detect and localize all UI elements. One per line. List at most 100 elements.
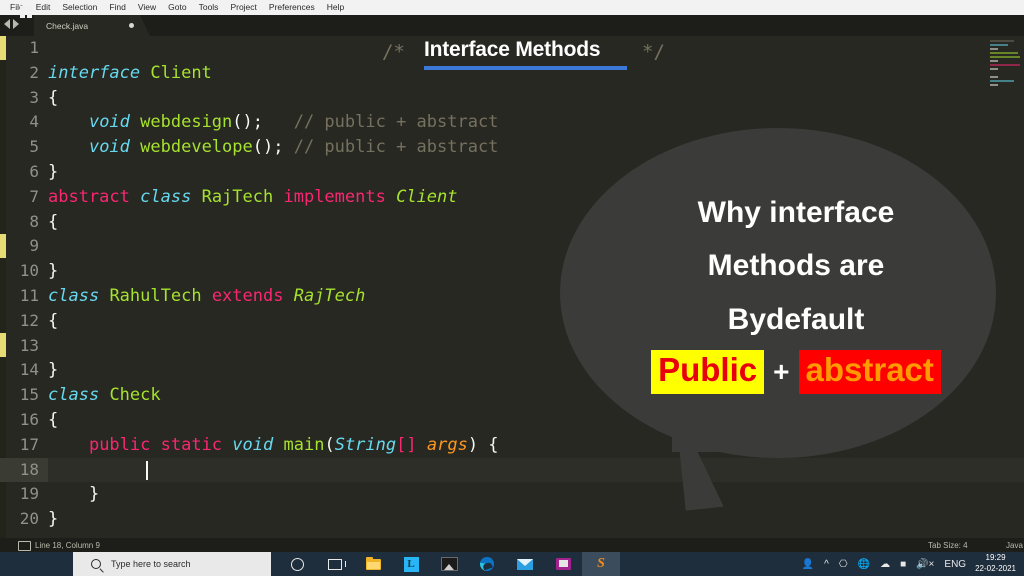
- line-number: 16: [19, 409, 39, 429]
- line-content: }: [48, 261, 59, 282]
- line-content: public static void main(String[] args) {: [88, 434, 499, 455]
- line-content: {: [48, 87, 59, 108]
- sublime-text-icon[interactable]: S: [582, 552, 620, 576]
- menu-item-view[interactable]: View: [132, 0, 162, 15]
- taskbar-icons: L S: [278, 552, 620, 576]
- unsaved-dot-icon: [129, 23, 134, 28]
- bubble-line-2: Methods are: [707, 249, 885, 283]
- line-number: 7: [29, 186, 39, 206]
- line-content: void webdesign(); // public + abstract: [88, 112, 499, 133]
- interface-methods-banner: /* Interface Methods */: [0, 36, 1024, 70]
- line-number: 5: [29, 137, 39, 157]
- line-content: {: [48, 409, 59, 430]
- cortana-icon[interactable]: [278, 552, 316, 576]
- line-number: 6: [29, 161, 39, 181]
- people-icon[interactable]: 👤: [797, 559, 819, 570]
- line-content: abstract class RajTech implements Client: [48, 186, 458, 207]
- menu-item-preferences[interactable]: Preferences: [263, 0, 321, 15]
- plus-sign: +: [773, 355, 790, 387]
- search-input[interactable]: Type here to search: [73, 552, 271, 576]
- sublime-text-window: File Edit Selection Find View Goto Tools…: [0, 0, 1024, 576]
- clock-time: 19:29: [985, 553, 1006, 563]
- line-content: class RahulTech extends RajTech: [48, 285, 366, 306]
- line-content: }: [48, 484, 100, 505]
- menu-bar: File Edit Selection Find View Goto Tools…: [0, 0, 1024, 15]
- windows-start-icon[interactable]: [20, 6, 32, 18]
- monitor-icon[interactable]: ⎔: [834, 559, 853, 570]
- line-content: void webdevelope(); // public + abstract: [88, 137, 499, 158]
- onedrive-cloud-icon[interactable]: ☁: [875, 559, 895, 570]
- search-icon: [91, 559, 101, 569]
- line-number: 9: [29, 236, 39, 256]
- menu-item-project[interactable]: Project: [224, 0, 262, 15]
- line-content: {: [48, 310, 59, 331]
- remote-desktop-icon[interactable]: [544, 552, 582, 576]
- menu-item-goto[interactable]: Goto: [162, 0, 192, 15]
- photos-icon[interactable]: [430, 552, 468, 576]
- line-content: }: [48, 161, 59, 182]
- line-number: 11: [19, 285, 39, 305]
- language-indicator[interactable]: ENG: [939, 559, 971, 570]
- file-explorer-icon[interactable]: [354, 552, 392, 576]
- speaker-muted-icon[interactable]: 🔊×: [911, 559, 939, 570]
- battery-icon[interactable]: ■: [895, 559, 911, 570]
- tab-size-setting[interactable]: Tab Size: 4: [928, 541, 968, 550]
- menu-item-help[interactable]: Help: [321, 0, 350, 15]
- line-number: 15: [19, 385, 39, 405]
- line-number: 8: [29, 211, 39, 231]
- tab-label: Check.java: [46, 20, 89, 31]
- mail-icon[interactable]: [506, 552, 544, 576]
- language-mode[interactable]: Java: [1006, 541, 1023, 550]
- banner-underline: [424, 66, 627, 70]
- code-line-18[interactable]: 18: [0, 457, 1024, 483]
- bubble-line-1: Why interface: [697, 196, 895, 229]
- edge-icon[interactable]: [468, 552, 506, 576]
- text-cursor: [146, 460, 148, 480]
- clock-date: 22-02-2021: [975, 564, 1016, 573]
- line-number: 3: [29, 87, 39, 107]
- highlight-row: Public + abstract: [596, 350, 996, 394]
- line-number: 13: [19, 335, 39, 355]
- line-number: 4: [29, 112, 39, 132]
- comment-close-marker: */: [642, 41, 665, 63]
- tab-bar: Check.java: [0, 15, 1024, 36]
- clock[interactable]: 19:29 22-02-2021: [971, 553, 1024, 575]
- chevron-up-icon[interactable]: ^: [819, 559, 834, 570]
- code-line-3[interactable]: 3{: [0, 86, 1024, 111]
- app-l-icon[interactable]: L: [392, 552, 430, 576]
- code-line-19[interactable]: 19 }: [0, 482, 1024, 507]
- code-line-4[interactable]: 4 void webdesign(); // public + abstract: [0, 110, 1024, 135]
- line-content: class Check: [48, 385, 161, 406]
- tab-check-java[interactable]: Check.java: [34, 15, 150, 36]
- line-number: 12: [19, 310, 39, 330]
- left-arrow-icon[interactable]: [4, 19, 10, 29]
- network-globe-icon[interactable]: 🌐: [853, 559, 875, 570]
- monitor-icon: [18, 541, 31, 551]
- search-placeholder: Type here to search: [111, 559, 191, 569]
- system-tray: 👤 ^ ⎔ 🌐 ☁ ■ 🔊× ENG 19:29 22-02-2021: [797, 552, 1024, 576]
- banner-title: Interface Methods: [424, 38, 601, 61]
- line-content: {: [48, 211, 59, 232]
- menu-item-selection[interactable]: Selection: [56, 0, 103, 15]
- menu-item-find[interactable]: Find: [103, 0, 132, 15]
- line-number: 14: [19, 360, 39, 380]
- caret-position[interactable]: Line 18, Column 9: [35, 541, 100, 550]
- line-number: 18: [0, 457, 48, 483]
- speech-bubble-text: Why interface Methods are Bydefault: [596, 186, 996, 346]
- line-number: 17: [19, 434, 39, 454]
- bubble-line-3: Bydefault: [727, 302, 865, 336]
- right-arrow-icon[interactable]: [13, 19, 19, 29]
- menu-item-tools[interactable]: Tools: [193, 0, 225, 15]
- line-number: 10: [19, 261, 39, 281]
- highlight-abstract: abstract: [798, 350, 941, 394]
- code-line-20[interactable]: 20}: [0, 507, 1024, 532]
- tab-navigation: [4, 19, 19, 29]
- comment-open-marker: /*: [382, 41, 405, 63]
- highlight-public: Public: [651, 350, 765, 394]
- line-content: }: [48, 360, 59, 381]
- menu-item-edit[interactable]: Edit: [30, 0, 57, 15]
- status-bar: Line 18, Column 9 Tab Size: 4 Java: [0, 538, 1024, 552]
- line-number: 19: [19, 484, 39, 504]
- task-view-icon[interactable]: [316, 552, 354, 576]
- line-number: 20: [19, 509, 39, 529]
